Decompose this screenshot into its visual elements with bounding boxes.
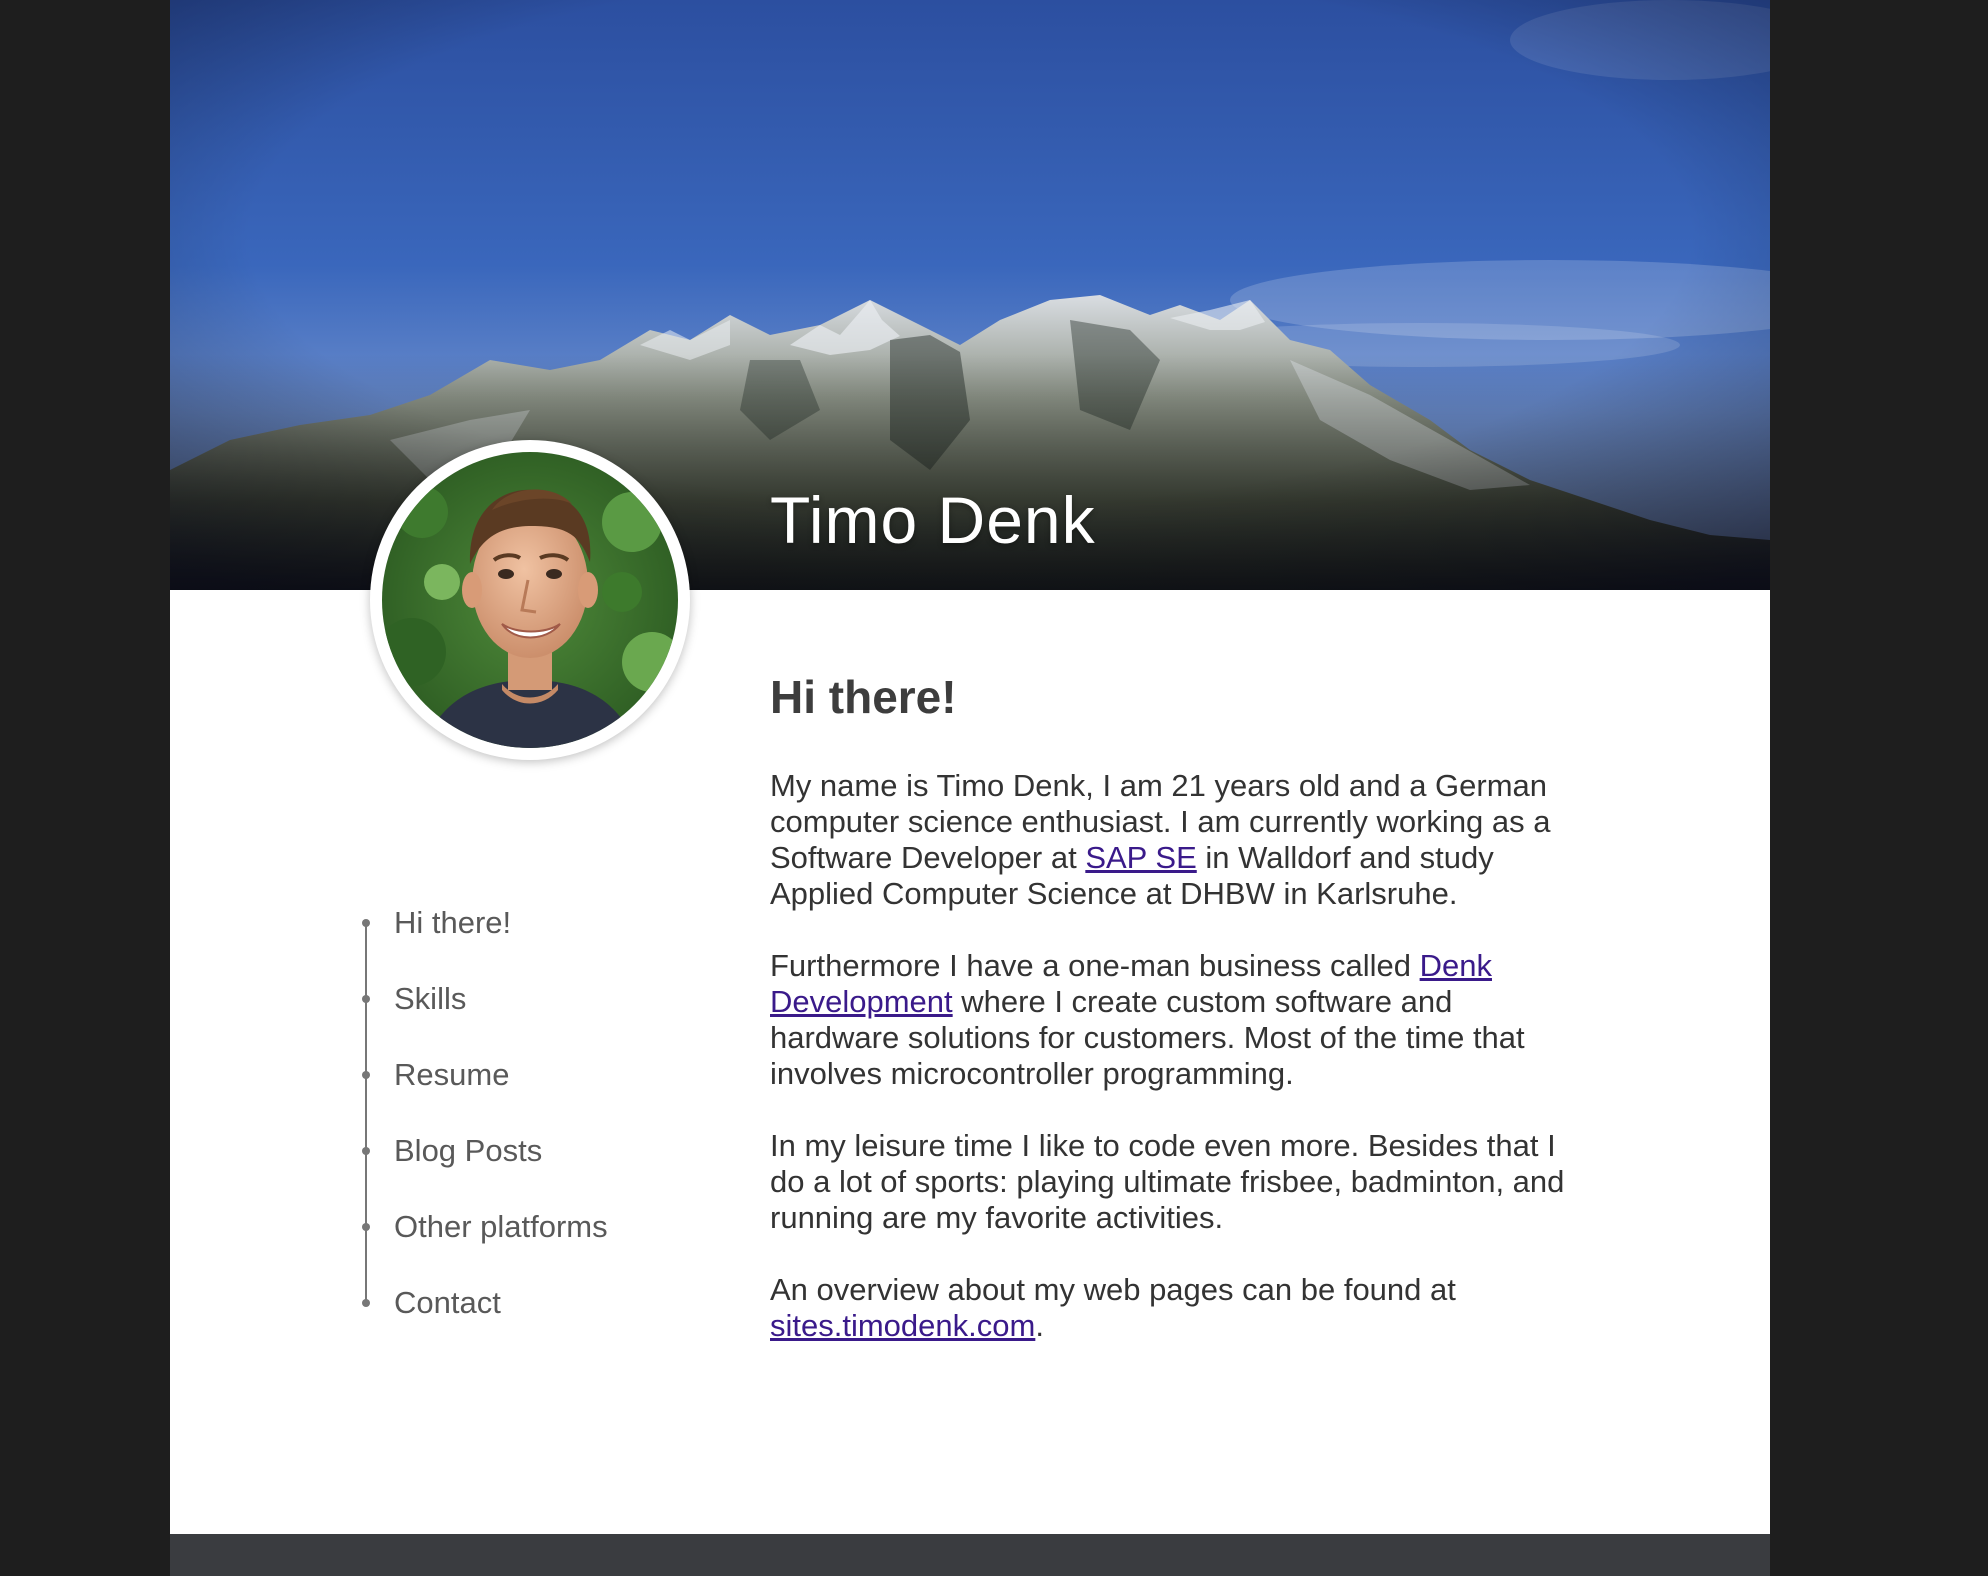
sites-link[interactable]: sites.timodenk.com [770,1308,1035,1343]
nav-item-other-platforms[interactable]: Other platforms [362,1189,685,1265]
intro-paragraph-3: In my leisure time I like to code even m… [770,1128,1565,1235]
section-nav: Hi there! Skills Resume Blog Posts Other… [362,885,685,1341]
section-heading: Hi there! [770,671,957,723]
nav-item-label: Blog Posts [394,1133,543,1168]
avatar [370,440,690,760]
intro-paragraph-1: My name is Timo Denk, I am 21 years old … [770,768,1590,912]
profile-photo [382,452,678,748]
nav-item-hi-there[interactable]: Hi there! [362,885,685,961]
nav-item-label: Other platforms [394,1209,608,1244]
footer [170,1534,1770,1576]
bullet-icon [362,995,370,1003]
paragraph-text: . [1035,1308,1044,1343]
nav-item-label: Hi there! [394,905,512,940]
paragraph-text: Furthermore I have a one-man business ca… [770,948,1420,983]
nav-item-skills[interactable]: Skills [362,961,685,1037]
intro-paragraph-4: An overview about my web pages can be fo… [770,1272,1590,1344]
intro-section: Hi there! My name is Timo Denk, I am 21 … [770,670,1590,1380]
page: Timo Denk Hi there! Skills Resume Blog P… [170,0,1770,1576]
bullet-icon [362,1147,370,1155]
intro-paragraph-2: Furthermore I have a one-man business ca… [770,948,1590,1092]
sap-se-link[interactable]: SAP SE [1085,840,1196,875]
nav-item-contact[interactable]: Contact [362,1265,685,1341]
profile-photo-icon [382,452,678,748]
bullet-icon [362,1299,370,1307]
bullet-icon [362,1223,370,1231]
nav-item-label: Contact [394,1285,501,1320]
site-title: Timo Denk [770,483,1096,557]
bullet-icon [362,1071,370,1079]
nav-item-label: Resume [394,1057,510,1092]
nav-item-label: Skills [394,981,467,1016]
nav-item-resume[interactable]: Resume [362,1037,685,1113]
nav-item-blog-posts[interactable]: Blog Posts [362,1113,685,1189]
paragraph-text: An overview about my web pages can be fo… [770,1272,1456,1307]
bullet-icon [362,919,370,927]
